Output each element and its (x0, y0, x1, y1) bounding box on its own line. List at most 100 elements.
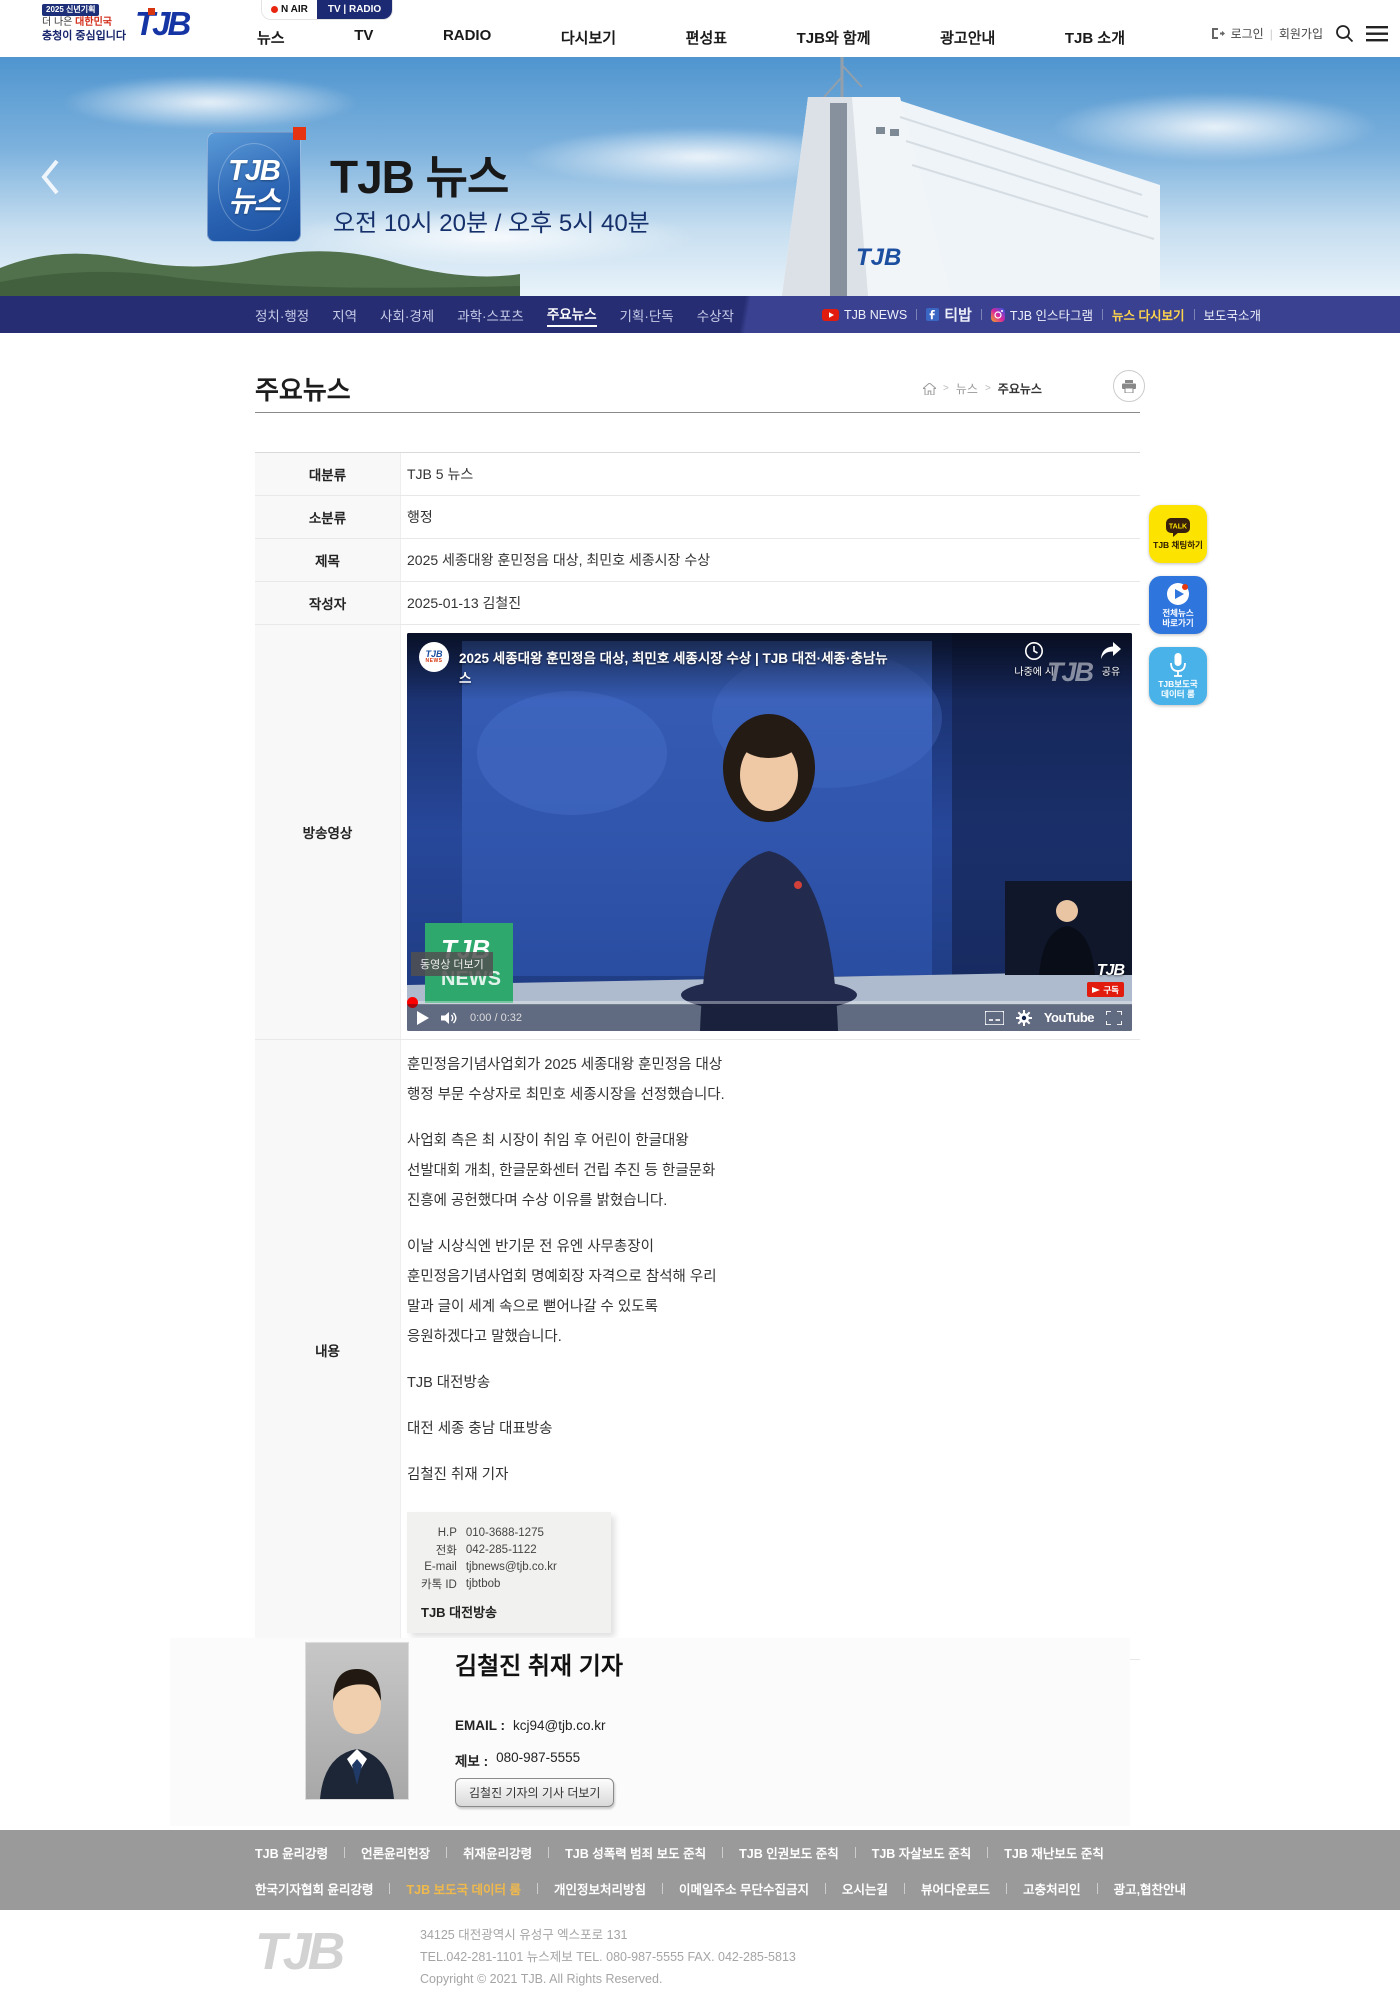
nav-item-ad[interactable]: 광고안내 (940, 27, 995, 48)
breadcrumb-news[interactable]: 뉴스 (956, 380, 978, 397)
row-label: 제목 (255, 539, 401, 581)
kakao-chat-button[interactable]: TALK TJB 채팅하기 (1149, 505, 1207, 563)
instagram-link[interactable]: TJB 인스타그램 (991, 305, 1093, 324)
nav-item-tv[interactable]: TV (354, 27, 373, 48)
banner-subtitle: 오전 10시 20분 / 오후 5시 40분 (333, 203, 650, 238)
main-nav: 뉴스 TV RADIO 다시보기 편성표 TJB와 함께 광고안내 TJB 소개 (257, 27, 1125, 48)
print-button[interactable] (1113, 370, 1145, 402)
nav-item-with-tjb[interactable]: TJB와 함께 (797, 27, 871, 48)
brand-block[interactable]: 2025 신년기획 더 나은 대한민국 충청이 중심입니다 TJB (42, 4, 188, 43)
page-head: 주요뉴스 > 뉴스 > 주요뉴스 (255, 370, 1140, 410)
footer-link-dataroom[interactable]: TJB 보도국 데이터 룸 (406, 1879, 521, 1898)
footer-link[interactable]: 이메일주소 무단수집금지 (679, 1879, 809, 1898)
footer-link[interactable]: 취재윤리강령 (463, 1843, 532, 1862)
title-divider (255, 412, 1140, 413)
carousel-prev-icon[interactable] (38, 157, 62, 197)
play-button-icon[interactable] (417, 1011, 429, 1025)
more-videos-label[interactable]: 동영상 더보기 (411, 952, 493, 976)
subnav-awards[interactable]: 수상작 (697, 305, 734, 325)
all-news-shortcut-button[interactable]: 전체뉴스바로가기 (1149, 576, 1207, 634)
youtube-link[interactable]: TJB NEWS (822, 308, 907, 322)
footer-link[interactable]: TJB 윤리강령 (255, 1843, 328, 1862)
row-value: 2025-01-13 김철진 (401, 582, 1140, 624)
footer-link[interactable]: 광고,협찬안내 (1114, 1879, 1186, 1898)
reporter-more-articles-button[interactable]: 김철진 기자의 기사 더보기 (455, 1778, 614, 1807)
footer-link[interactable]: 언론윤리헌장 (361, 1843, 430, 1862)
top-header: 2025 신년기획 더 나은 대한민국 충청이 중심입니다 TJB N AIR … (0, 0, 1400, 57)
subnav-politics[interactable]: 정치·행정 (255, 305, 309, 325)
hero-banner: TJB TJB 뉴스 TJB 뉴스 오전 10시 20분 / 오후 5시 40분 (0, 57, 1400, 296)
settings-gear-icon[interactable] (1016, 1010, 1032, 1026)
footer-link[interactable]: TJB 인권보도 준칙 (739, 1843, 839, 1862)
youtube-wordmark[interactable]: YouTube (1044, 1010, 1094, 1025)
footer-link[interactable]: 오시는길 (842, 1879, 888, 1898)
article-body: 훈민정음기념사업회가 2025 세종대왕 훈민정음 대상 행정 부문 수상자로 … (401, 1040, 1140, 1659)
onair-live-tab[interactable]: N AIR (262, 0, 317, 19)
footer-link[interactable]: TJB 재난보도 준칙 (1004, 1843, 1104, 1862)
nav-item-radio[interactable]: RADIO (443, 27, 491, 48)
newsroom-intro-link[interactable]: 보도국소개 (1204, 305, 1262, 324)
nav-item-news[interactable]: 뉴스 (257, 27, 285, 48)
channel-corner-badge: TJB 구독 (1087, 962, 1124, 997)
video-time: 0:00 / 0:32 (470, 1012, 522, 1024)
mountain-scenery (0, 234, 520, 296)
channel-avatar[interactable]: TJBNEWS (419, 642, 449, 672)
share-button[interactable]: 공유 (1100, 641, 1122, 678)
tv-radio-tab[interactable]: TV | RADIO (317, 0, 392, 19)
subnav-society[interactable]: 사회·경제 (380, 305, 434, 325)
hamburger-menu-icon[interactable] (1366, 26, 1388, 42)
tjb-logo[interactable]: TJB (135, 7, 188, 40)
table-row-video: 방송영상 (255, 625, 1140, 1040)
table-row: 대분류 TJB 5 뉴스 (255, 453, 1140, 496)
brand-slogan: 2025 신년기획 더 나은 대한민국 충청이 중심입니다 (42, 4, 126, 43)
footer-link[interactable]: 뷰어다운로드 (921, 1879, 990, 1898)
play-icon (1092, 987, 1100, 993)
microphone-icon (1170, 653, 1186, 677)
volume-icon[interactable] (441, 1011, 458, 1025)
subnav-major-news[interactable]: 주요뉴스 (547, 303, 597, 327)
search-icon[interactable] (1335, 24, 1354, 43)
svg-text:TALK: TALK (1169, 524, 1187, 531)
live-dot-icon (271, 6, 278, 13)
reporter-tip-number: 080-987-5555 (496, 1750, 580, 1770)
nav-item-schedule[interactable]: 편성표 (686, 27, 727, 48)
reporter-contact-card: H.P010-3688-1275 전화042-285-1122 E-mailtj… (407, 1512, 611, 1633)
nav-item-replay[interactable]: 다시보기 (561, 27, 616, 48)
subnav-exclusive[interactable]: 기획·단독 (620, 305, 674, 325)
slogan-line2: 충청이 중심입니다 (42, 30, 126, 44)
footer-link[interactable]: TJB 자살보도 준칙 (872, 1843, 972, 1862)
article-table: 대분류 TJB 5 뉴스 소분류 행정 제목 2025 세종대왕 훈민정음 대상… (255, 452, 1140, 1660)
footer-links-row2: 한국기자협회 윤리강령 TJB 보도국 데이터 룸 개인정보처리방침 이메일주소… (255, 1879, 1186, 1898)
footer-link[interactable]: 한국기자협회 윤리강령 (255, 1879, 373, 1898)
footer-copyright: Copyright © 2021 TJB. All Rights Reserve… (420, 1968, 796, 1990)
paragraph: 김철진 취재 기자 (407, 1460, 1140, 1490)
login-link[interactable]: 로그인 (1231, 25, 1264, 42)
paragraph: 훈민정음기념사업회가 2025 세종대왕 훈민정음 대상 행정 부문 수상자로 … (407, 1050, 1140, 1110)
video-title[interactable]: 2025 세종대왕 훈민정음 대상, 최민호 세종시장 수상 | TJB 대전·… (459, 642, 889, 687)
home-icon[interactable] (923, 383, 936, 395)
nav-item-about[interactable]: TJB 소개 (1065, 27, 1125, 48)
fullscreen-icon[interactable] (1106, 1011, 1122, 1025)
paragraph: TJB 대전방송 (407, 1368, 1140, 1398)
subnav-region[interactable]: 지역 (332, 305, 357, 325)
facebook-link[interactable]: 티밥 (926, 304, 972, 325)
subnav-menu: 정치·행정 지역 사회·경제 과학·스포츠 주요뉴스 기획·단독 수상작 (255, 296, 734, 333)
news-replay-link[interactable]: 뉴스 다시보기 (1112, 305, 1184, 324)
captions-icon[interactable] (985, 1011, 1004, 1025)
program-icon: TJB 뉴스 (207, 132, 301, 242)
join-link[interactable]: 회원가입 (1279, 25, 1323, 42)
row-label: 방송영상 (255, 625, 401, 1039)
onair-tabs[interactable]: N AIR TV | RADIO (262, 0, 392, 19)
footer-bottom: TJB 34125 대전광역시 유성구 엑스포로 131 TEL.042-281… (0, 1910, 1400, 1995)
footer-link[interactable]: 개인정보처리방침 (554, 1879, 646, 1898)
footer-link[interactable]: TJB 성폭력 범죄 보도 준칙 (565, 1843, 706, 1862)
footer-links-row1: TJB 윤리강령 언론윤리헌장 취재윤리강령 TJB 성폭력 범죄 보도 준칙 … (255, 1843, 1104, 1862)
account-area: 로그인 | 회원가입 (1211, 24, 1388, 43)
youtube-player[interactable]: TJB NEWS TJBNEWS 2025 세종대왕 훈민정음 대상, 최민호 … (407, 633, 1132, 1031)
subscribe-badge[interactable]: 구독 (1087, 982, 1124, 997)
watch-later-button[interactable]: 나중에 시 (1014, 641, 1054, 678)
reporter-tip-row: 제보 :080-987-5555 (455, 1750, 580, 1770)
dataroom-button[interactable]: TJB보도국데이터 룸 (1149, 647, 1207, 705)
footer-link[interactable]: 고충처리인 (1023, 1879, 1081, 1898)
subnav-science-sports[interactable]: 과학·스포츠 (457, 305, 524, 325)
